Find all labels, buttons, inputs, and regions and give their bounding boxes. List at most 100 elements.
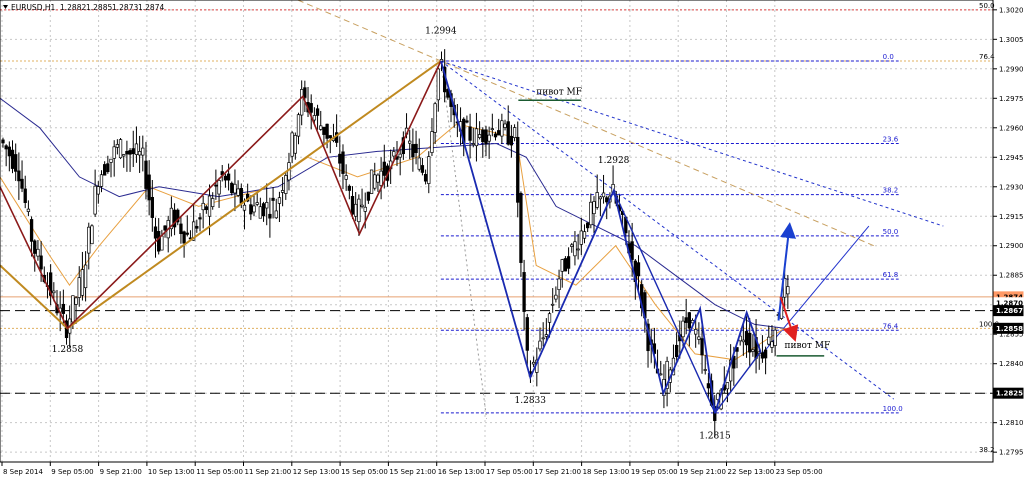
candle-body [420,165,425,173]
moving-average-fast [0,123,785,361]
candle-body [226,173,231,181]
candle-body [328,135,332,139]
candle-body [134,143,139,155]
candle-body [198,217,202,220]
candle-body [484,129,488,145]
candle-body [153,226,158,239]
candle-body [182,231,186,244]
candle-body [487,134,491,142]
candle-body [150,196,154,218]
candle-body [773,329,777,346]
candle-body [261,203,266,217]
candle-body [179,223,183,235]
candle-body [217,180,221,195]
price-tag-label: 1.2867 [996,307,1023,315]
candle-body [481,129,485,143]
candle-body [80,269,85,296]
annotation-label: 1.2928 [598,156,630,166]
candle-body [589,201,593,226]
candle-body [369,169,374,194]
candle-body [223,175,228,181]
candle-body [414,143,418,153]
x-tick-label: 19 Sep 05:00 [631,468,678,476]
candle-body [468,126,472,141]
candle-body [563,258,568,272]
candle-body [109,158,113,163]
x-tick-label: 12 Sep 13:00 [293,468,340,476]
candle-body [99,174,104,187]
candle-body [312,115,317,121]
candle-body [570,244,574,247]
ohlc-high: 1.2885 [86,3,112,12]
candle-body [141,147,145,156]
candle-body [252,205,256,213]
candle-body [128,150,132,155]
candle-body [744,331,749,346]
candle-body [185,232,189,235]
candle-body [725,382,730,390]
candle-body [427,156,431,184]
candle-body [557,278,561,291]
candle-body [230,182,234,194]
price-tags: 1.28741.28701.28671.28581.2825 [993,291,1024,399]
fib-level-label: 23.6 [883,136,899,144]
candle-body [344,175,348,180]
candle-body [347,185,351,191]
candle-body [20,178,24,189]
y-tick-label: 1.3005 [999,36,1024,44]
candle-body [595,192,599,208]
y-tick-label: 1.2840 [999,360,1024,368]
candle-body [700,338,704,356]
candle-body [763,349,768,359]
candle-body [770,341,774,348]
candle-body [354,203,358,217]
candle-body [14,154,18,172]
candle-body [636,262,641,277]
candle-body [573,241,577,257]
candle-body [490,128,494,131]
candle-body [157,231,161,252]
candle-body [268,213,272,219]
candle-body [681,320,685,338]
annotation-label: 1.2815 [699,431,731,441]
candle-body [376,174,380,183]
ohlc-open: 1.2882 [60,3,86,12]
candle-body [748,332,752,353]
candle-body [17,170,21,182]
candle-body [392,151,396,157]
moving-average-slow [0,97,785,329]
candle-body [697,336,701,340]
candle-body [122,154,126,157]
candle-body [630,241,634,260]
x-tick-label: 10 Sep 13:00 [148,468,195,476]
ohlc-close: 1.2874 [138,3,164,12]
candle-body [751,349,755,352]
outer-fib-label: 38.2 [979,446,995,454]
candle-body [576,248,580,251]
candle-body [522,272,526,312]
candle-body [87,226,91,254]
candle-body [265,202,269,209]
candle-body [503,123,507,128]
x-tick-label: 9 Sep 05:00 [51,468,93,476]
candle-body [512,127,517,138]
candle-body [363,206,367,212]
candle-body [77,277,81,298]
zigzag-gold [0,60,442,330]
y-tick-label: 1.2900 [999,242,1024,250]
x-tick-label: 9 Sep 21:00 [100,468,142,476]
candle-body [379,170,383,186]
candle-body [293,135,297,154]
candle-body [303,87,307,98]
candle-body [506,121,510,145]
candle-body [547,313,552,323]
candle-body [598,196,603,200]
annotation-label: 1.2994 [425,26,457,36]
candle-body [706,383,711,389]
candle-body [341,151,345,174]
candle-body [430,131,434,153]
candle-body [296,114,301,137]
candle-body [233,183,237,194]
candle-body [433,103,437,133]
candle-body [684,317,688,323]
